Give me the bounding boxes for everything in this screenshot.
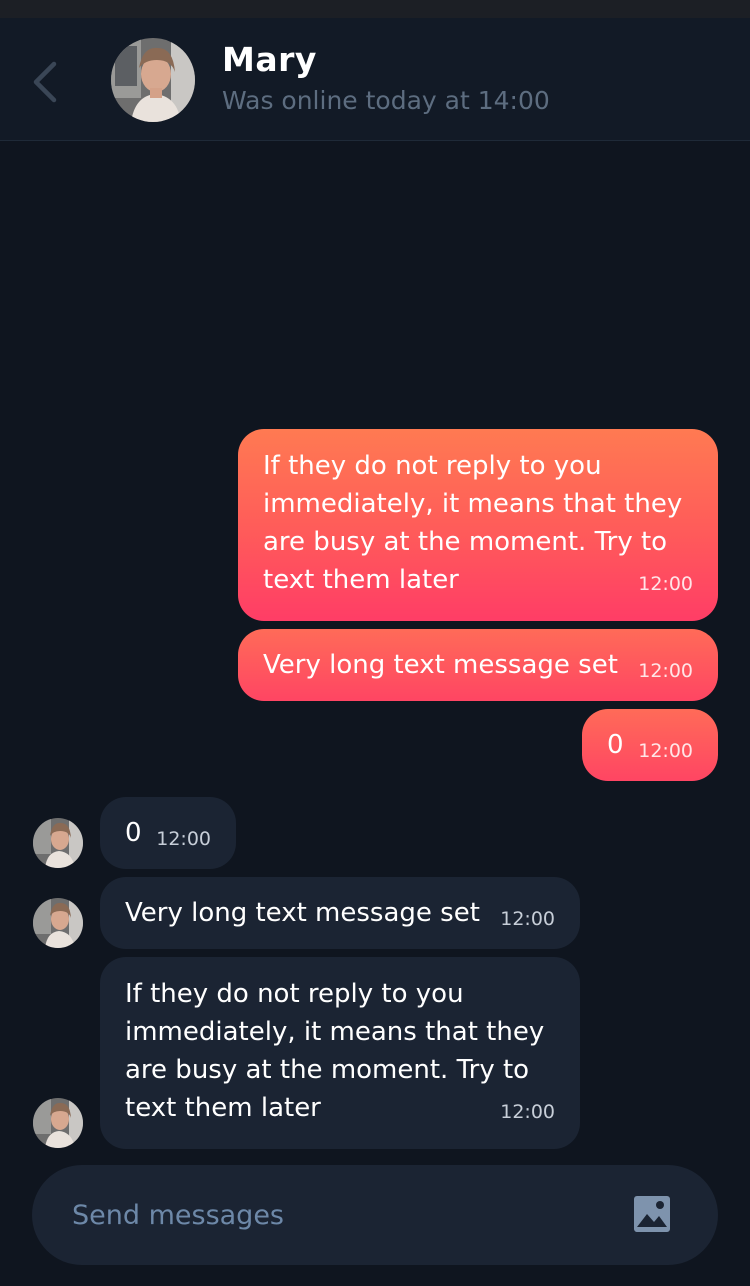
message-list[interactable]: If they do not reply to you immediately,… bbox=[0, 142, 750, 1162]
outgoing-message[interactable]: 0 12:00 bbox=[582, 709, 718, 781]
back-button[interactable] bbox=[26, 58, 66, 106]
status-bar bbox=[0, 0, 750, 18]
message-composer bbox=[32, 1165, 718, 1265]
contact-status: Was online today at 14:00 bbox=[222, 86, 550, 115]
image-icon bbox=[634, 1196, 670, 1232]
sender-avatar[interactable] bbox=[33, 818, 83, 868]
incoming-message[interactable]: 0 12:00 bbox=[100, 797, 236, 869]
sender-avatar[interactable] bbox=[33, 898, 83, 948]
message-text: If they do not reply to you immediately,… bbox=[125, 979, 545, 1123]
sender-avatar[interactable] bbox=[33, 1098, 83, 1148]
message-text: 0 bbox=[125, 818, 142, 848]
contact-avatar[interactable] bbox=[111, 38, 195, 122]
contact-name: Mary bbox=[222, 40, 317, 79]
incoming-message[interactable]: If they do not reply to you immediately,… bbox=[100, 957, 580, 1149]
message-text: If they do not reply to you immediately,… bbox=[263, 451, 683, 595]
message-time: 12:00 bbox=[500, 908, 555, 930]
incoming-message[interactable]: Very long text message set 12:00 bbox=[100, 877, 580, 949]
message-text: Very long text message set bbox=[263, 650, 618, 680]
message-input[interactable] bbox=[72, 1193, 632, 1237]
attach-image-button[interactable] bbox=[633, 1195, 671, 1233]
chevron-left-icon bbox=[33, 61, 57, 103]
message-time: 12:00 bbox=[156, 828, 211, 850]
message-text: Very long text message set bbox=[125, 898, 480, 928]
outgoing-message[interactable]: Very long text message set 12:00 bbox=[238, 629, 718, 701]
chat-header: Mary Was online today at 14:00 bbox=[0, 18, 750, 141]
message-text: 0 bbox=[607, 730, 624, 760]
outgoing-message[interactable]: If they do not reply to you immediately,… bbox=[238, 429, 718, 621]
message-time: 12:00 bbox=[638, 740, 693, 762]
message-time: 12:00 bbox=[500, 1101, 555, 1123]
message-time: 12:00 bbox=[638, 660, 693, 682]
message-time: 12:00 bbox=[638, 573, 693, 595]
